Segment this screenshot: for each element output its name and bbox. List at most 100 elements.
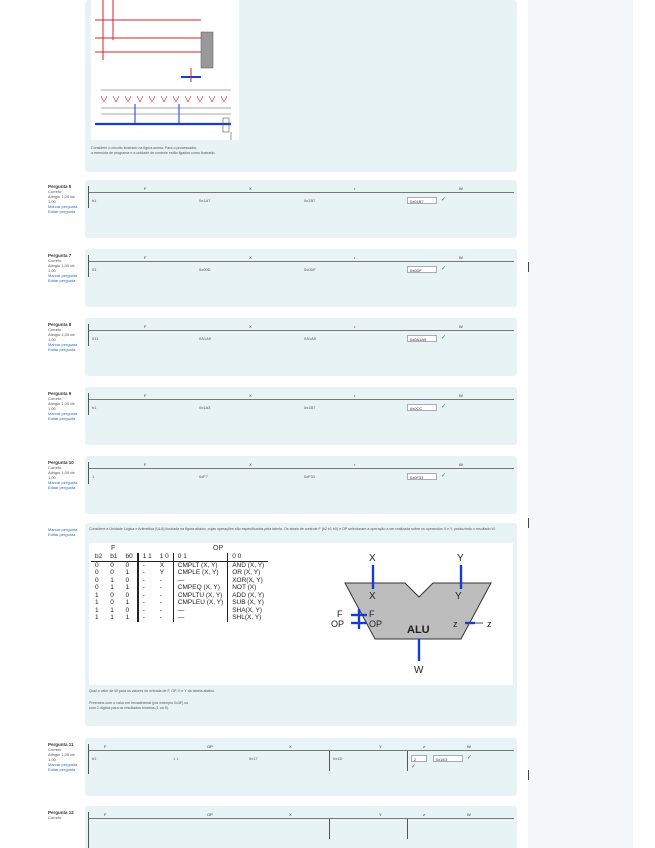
question-status: Correto bbox=[48, 815, 62, 820]
cell: 0 bbox=[121, 606, 139, 614]
edit-question-link[interactable]: Editar pergunta bbox=[48, 347, 82, 352]
check-icon: ✓ bbox=[441, 335, 447, 341]
answer-input[interactable]: 0x0A1A9 bbox=[407, 335, 437, 342]
label-f-inner: F bbox=[369, 609, 375, 619]
scroll-marker bbox=[528, 518, 529, 528]
th-11: 1 1 bbox=[137, 553, 156, 562]
cell: 0 bbox=[110, 591, 114, 599]
col-header-x: X bbox=[289, 812, 292, 817]
circuit-caption: Considere o circuito ilustrado na figura… bbox=[91, 146, 198, 150]
col-header-dot: • bbox=[354, 462, 356, 467]
column-divider bbox=[329, 819, 330, 839]
w-answer-input[interactable]: 0x1E3 bbox=[433, 755, 463, 762]
cell: 1 bbox=[110, 576, 114, 584]
th-10: 1 0 bbox=[155, 553, 174, 562]
cell: NOT (X) bbox=[232, 584, 257, 591]
cell-y: 0x1B7 bbox=[304, 405, 316, 410]
question-info-11: Pergunta 11 Correto Atingiu 1,00 de 1,00… bbox=[48, 742, 82, 772]
table-header-line bbox=[89, 192, 514, 193]
info-caption-1: Qual o valor de W para os valores de ent… bbox=[89, 689, 216, 693]
cell: 0 bbox=[95, 584, 99, 591]
alu-truth-table: b2 b1 b0 1 1 1 0 0 1 0 0 0 0 0- X CMPLT (X, … bbox=[91, 553, 269, 622]
cell: - bbox=[142, 614, 145, 621]
cell: 0 bbox=[110, 561, 114, 569]
answer-input[interactable]: 0x01B7 bbox=[407, 197, 437, 204]
cell: 1 bbox=[95, 614, 99, 621]
edit-question-link[interactable]: Editar pergunta bbox=[48, 767, 82, 772]
col-header-w: W bbox=[467, 812, 471, 817]
col-header-x: X bbox=[249, 324, 252, 329]
cell: OR (X, Y) bbox=[232, 569, 261, 576]
table-header-line bbox=[89, 818, 514, 819]
label-y-in: Y bbox=[457, 553, 464, 564]
col-header-op: OP bbox=[207, 812, 213, 817]
alu-figure: F OP b2 b1 b0 1 1 1 0 0 1 0 0 0 0 0- X CMPLT… bbox=[89, 543, 513, 685]
col-header-f: F bbox=[144, 393, 147, 398]
circuit-figure bbox=[91, 0, 239, 140]
question-card-10: F X • W 1 0xF7 0xF31 0x0F31 ✓ bbox=[85, 456, 517, 514]
col-header-dot: • bbox=[354, 393, 356, 398]
th-b1: b1 bbox=[106, 553, 122, 562]
info-intro: Considere a Unidade Lógica e Aritmética … bbox=[89, 527, 496, 531]
table-row: 1 1 1- - — SHL(X, Y) bbox=[91, 614, 268, 622]
col-header-x: X bbox=[289, 744, 292, 749]
cell-y: 0x0DF bbox=[304, 267, 316, 272]
col-header-z: z bbox=[423, 744, 425, 749]
cell: - bbox=[155, 606, 174, 614]
cell: ADD (X, Y) bbox=[232, 591, 265, 599]
cell-x: 0xF7 bbox=[199, 474, 208, 479]
table-row: 1 0 0- - CMPLTU (X, Y) ADD (X, Y) bbox=[91, 591, 268, 599]
th-01: 0 1 bbox=[173, 553, 229, 562]
table-row: 1 1 0- - — SHA(X, Y) bbox=[91, 606, 268, 614]
edit-question-link[interactable]: Editar pergunta bbox=[48, 416, 82, 421]
table-header-line bbox=[89, 330, 514, 331]
col-header-z: z bbox=[423, 812, 425, 817]
cell: 0 bbox=[95, 576, 99, 584]
cell: - bbox=[142, 561, 145, 569]
col-header-y: Y bbox=[379, 812, 382, 817]
cell: - bbox=[155, 591, 174, 599]
label-x-inner: X bbox=[369, 591, 376, 602]
cell: 1 bbox=[121, 599, 139, 607]
cell: - bbox=[142, 569, 145, 576]
table-header-line bbox=[89, 750, 514, 751]
col-header-w: W bbox=[459, 462, 463, 467]
edit-question-link[interactable]: Editar pergunta bbox=[48, 532, 82, 537]
cell: CMPLTU (X, Y) bbox=[173, 591, 229, 599]
cell-x: 0A1A9 bbox=[199, 336, 212, 341]
answer-input[interactable]: 0x0F31 bbox=[407, 473, 437, 480]
cell: Y bbox=[155, 569, 174, 577]
answer-row: F X • W b1 0x1A7 0x1B7 0x01B7 ✓ bbox=[88, 186, 514, 208]
answer-row: F X • W 1 0xF7 0xF31 0x0F31 ✓ bbox=[88, 462, 514, 484]
z-answer-input[interactable]: 2 bbox=[411, 755, 427, 762]
check-icon: ✓ bbox=[441, 266, 447, 272]
cell: 1 bbox=[121, 569, 139, 577]
cell-y: 0xF31 bbox=[304, 474, 316, 479]
col-header-f: F bbox=[144, 255, 147, 260]
cell: 0 bbox=[95, 561, 99, 569]
col-header-x: X bbox=[249, 255, 252, 260]
question-grade: Atingiu 1,00 de 1,00 bbox=[48, 263, 75, 273]
cell: CMPLE (X, Y) bbox=[173, 569, 229, 577]
th-00: 0 0 bbox=[227, 553, 269, 562]
table-header-f: F bbox=[111, 545, 116, 552]
edit-question-link[interactable]: Editar pergunta bbox=[48, 209, 82, 214]
edit-question-link[interactable]: Editar pergunta bbox=[48, 485, 82, 490]
question-info-8: Pergunta 8 Correto Atingiu 1,00 de 1,00 … bbox=[48, 322, 82, 352]
cell: - bbox=[155, 599, 174, 607]
answer-input[interactable]: 0x0CC bbox=[407, 404, 437, 411]
question-card-circuit: Considere o circuito ilustrado na figura… bbox=[85, 0, 517, 172]
question-card-8: F X • W 011 0A1A9 0A1A9 0x0A1A9 ✓ bbox=[85, 318, 517, 376]
cell-f: 011 bbox=[92, 336, 99, 341]
cell: 1 bbox=[95, 606, 99, 614]
table-header-line bbox=[89, 468, 514, 469]
col-header-f: F bbox=[104, 812, 107, 817]
edit-question-link[interactable]: Editar pergunta bbox=[48, 278, 82, 283]
answer-row: F X • W b1 0x1A3 0x1B7 0x0CC ✓ bbox=[88, 393, 514, 415]
label-f-out: F bbox=[337, 609, 343, 619]
label-alu: ALU bbox=[407, 624, 430, 636]
question-grade: Atingiu 1,00 de 1,00 bbox=[48, 332, 75, 342]
column-divider bbox=[407, 751, 408, 771]
cell: - bbox=[155, 576, 174, 584]
answer-input[interactable]: 0x0DF bbox=[407, 266, 437, 273]
